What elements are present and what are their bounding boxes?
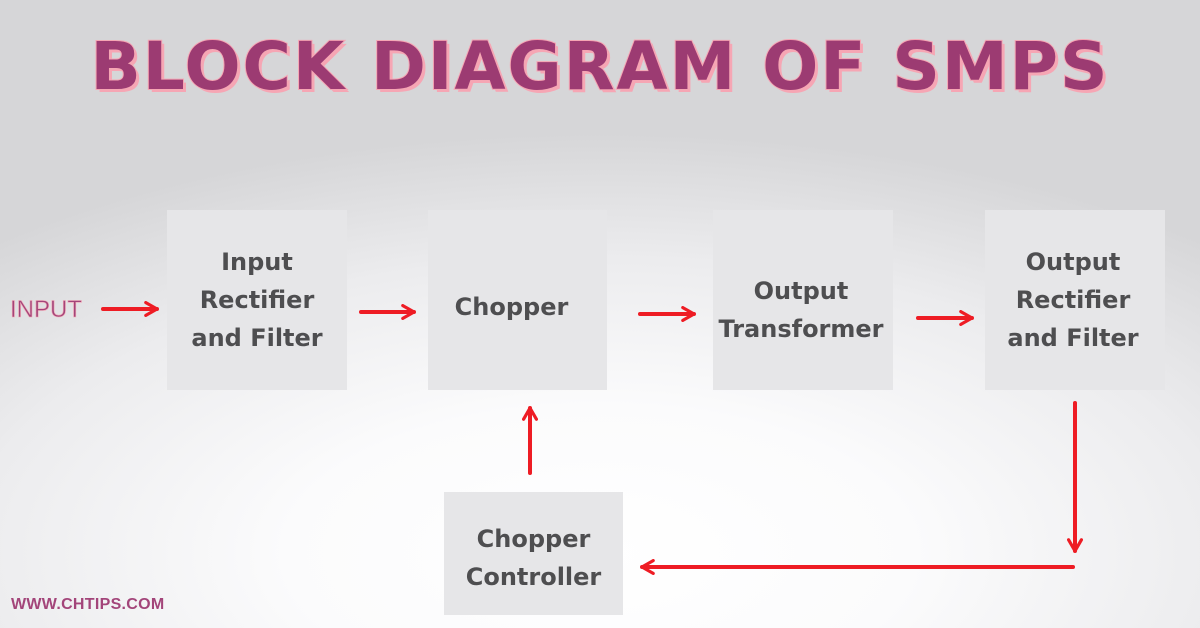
website-footer: WWW.CHTIPS.COM xyxy=(11,596,165,613)
connection-arrows xyxy=(101,301,1083,575)
